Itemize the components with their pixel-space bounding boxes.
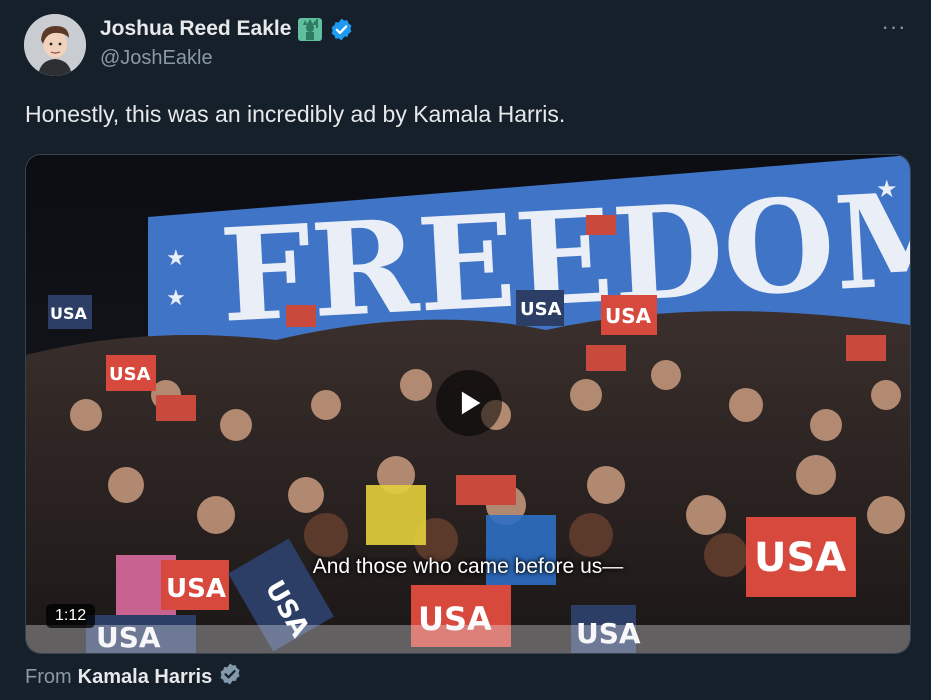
author-name-row: Joshua Reed Eakle: [100, 15, 354, 43]
play-button[interactable]: [436, 370, 502, 436]
source-attribution: From Kamala Harris: [25, 662, 242, 692]
from-label: From: [25, 665, 72, 688]
more-options-icon[interactable]: ···: [881, 14, 907, 40]
avatar-image: [24, 14, 86, 76]
svg-text:★: ★: [166, 246, 186, 271]
svg-text:USA: USA: [109, 364, 151, 385]
video-player[interactable]: FREEDOM ★ ★ ★ USA USA USA USA USA USA US…: [25, 154, 911, 654]
tweet-text: Honestly, this was an incredibly ad by K…: [25, 101, 566, 127]
author-handle[interactable]: @JoshEakle: [100, 47, 213, 70]
verified-badge-icon[interactable]: [329, 17, 354, 42]
author-display-name[interactable]: Joshua Reed Eakle: [100, 17, 291, 41]
source-name[interactable]: Kamala Harris: [78, 666, 213, 689]
play-icon: [461, 391, 481, 415]
avatar[interactable]: [24, 14, 86, 76]
video-caption: And those who came before us—: [312, 555, 624, 578]
svg-text:★: ★: [166, 286, 186, 311]
statue-of-liberty-icon: [297, 16, 323, 42]
government-verified-icon[interactable]: [218, 662, 242, 692]
svg-text:USA: USA: [50, 304, 88, 323]
video-duration: 1:12: [46, 604, 96, 628]
svg-text:USA: USA: [605, 304, 652, 328]
svg-text:USA: USA: [520, 299, 562, 320]
svg-text:★: ★: [876, 175, 898, 203]
